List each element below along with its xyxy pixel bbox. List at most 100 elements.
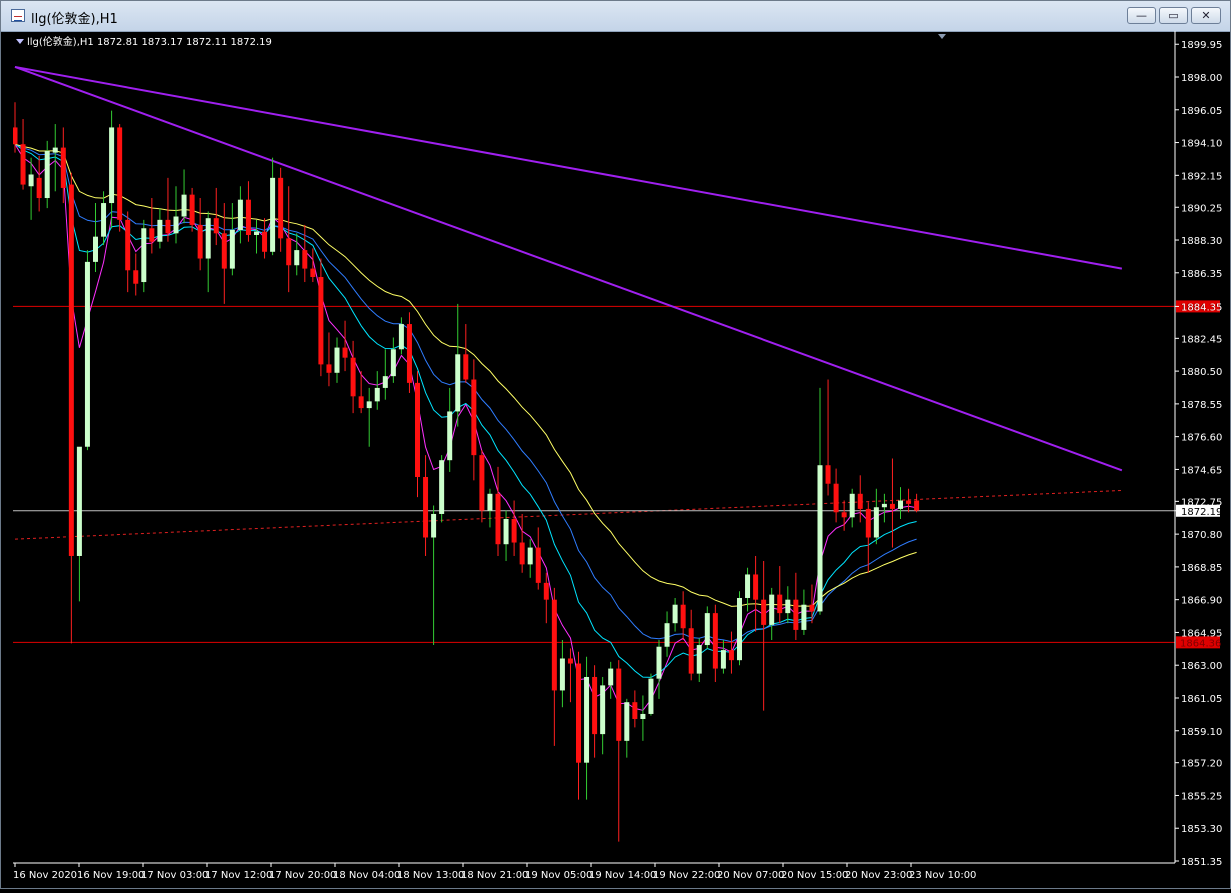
candle-body bbox=[519, 542, 525, 565]
candle-body bbox=[455, 354, 461, 412]
candle bbox=[632, 690, 638, 728]
candle bbox=[704, 606, 710, 649]
candle-body bbox=[527, 547, 533, 565]
time-tick-label: 17 Nov 20:00 bbox=[269, 870, 336, 881]
candle-body bbox=[382, 376, 388, 388]
candle bbox=[278, 167, 284, 252]
candle bbox=[245, 181, 251, 242]
candle-body bbox=[205, 218, 211, 259]
candle-body bbox=[551, 599, 557, 691]
candle bbox=[20, 119, 26, 190]
title-bar[interactable]: llg(伦敦金),H1 — ▭ ✕ bbox=[1, 1, 1230, 32]
candle bbox=[825, 379, 831, 496]
candle bbox=[358, 371, 364, 414]
price-tick: 1890.25 bbox=[1175, 203, 1222, 214]
candle-body bbox=[889, 503, 895, 509]
candle bbox=[696, 638, 702, 683]
moving-average-line bbox=[14, 143, 917, 643]
chart-icon bbox=[11, 9, 25, 22]
time-tick: 20 Nov 23:00 bbox=[845, 863, 912, 881]
candle bbox=[576, 651, 581, 800]
candle-body bbox=[173, 216, 179, 234]
candle-body bbox=[616, 668, 622, 741]
candle bbox=[479, 450, 485, 523]
candle bbox=[181, 169, 187, 224]
candle bbox=[101, 191, 107, 246]
price-tick-label: 1851.35 bbox=[1181, 857, 1222, 868]
time-tick-label: 16 Nov 19:00 bbox=[77, 870, 144, 881]
price-tick: 1876.60 bbox=[1175, 433, 1222, 444]
candle-body bbox=[688, 628, 694, 674]
candle bbox=[334, 337, 340, 383]
candle-body bbox=[471, 379, 477, 456]
candle-body bbox=[157, 219, 163, 242]
candle bbox=[584, 656, 590, 800]
candle bbox=[262, 218, 268, 259]
candle bbox=[229, 203, 235, 276]
candle bbox=[527, 539, 533, 578]
candle-body bbox=[101, 203, 107, 237]
candle-body bbox=[245, 199, 251, 235]
candle-body bbox=[334, 347, 340, 373]
restore-button[interactable]: ▭ bbox=[1159, 7, 1188, 24]
candle bbox=[567, 648, 573, 703]
candle-body bbox=[817, 465, 823, 612]
time-tick-label: 17 Nov 03:00 bbox=[141, 870, 208, 881]
time-tick-label: 19 Nov 14:00 bbox=[589, 870, 656, 881]
candle bbox=[415, 371, 420, 498]
candle-body bbox=[302, 250, 308, 269]
candle-body bbox=[785, 599, 791, 614]
candle bbox=[753, 555, 759, 632]
minimize-button[interactable]: — bbox=[1127, 7, 1156, 24]
candle-body bbox=[881, 503, 887, 508]
candle-body bbox=[777, 594, 783, 614]
window-title: llg(伦敦金),H1 bbox=[31, 12, 118, 27]
time-tick: 18 Nov 13:00 bbox=[397, 863, 464, 881]
candle-body bbox=[310, 268, 316, 278]
candle-body bbox=[704, 613, 710, 646]
candle bbox=[423, 455, 429, 556]
candle bbox=[728, 631, 734, 674]
candle bbox=[889, 458, 895, 548]
candle-body bbox=[584, 676, 590, 763]
candle-body bbox=[52, 147, 58, 153]
candle bbox=[141, 219, 147, 293]
candle bbox=[173, 186, 179, 244]
candle-body bbox=[753, 574, 759, 600]
price-chart[interactable]: 1884.35 1864.36 1899.95 1898.00 1896.05 1894.… bbox=[12, 31, 1231, 889]
price-tick: 1880.50 bbox=[1175, 367, 1222, 378]
candle-body bbox=[197, 224, 203, 259]
close-button[interactable]: ✕ bbox=[1191, 7, 1221, 24]
candle-body bbox=[825, 465, 831, 484]
candle bbox=[254, 219, 259, 254]
candle-body bbox=[366, 401, 372, 409]
time-tick: 17 Nov 03:00 bbox=[141, 863, 208, 881]
candle-body bbox=[28, 174, 34, 187]
time-tick-label: 20 Nov 15:00 bbox=[781, 870, 848, 881]
candle-body bbox=[479, 455, 485, 511]
plot-area bbox=[12, 65, 1175, 842]
candle-body bbox=[398, 324, 404, 350]
chart-shift-marker-icon[interactable] bbox=[938, 34, 946, 39]
price-tick-label: 1863.00 bbox=[1181, 661, 1222, 672]
candle bbox=[318, 258, 324, 377]
time-tick-label: 20 Nov 23:00 bbox=[845, 870, 912, 881]
candle-body bbox=[221, 233, 227, 269]
trend-line bbox=[14, 65, 1123, 270]
candle bbox=[616, 660, 622, 842]
price-tick-label: 1899.95 bbox=[1181, 40, 1222, 51]
time-tick-label: 23 Nov 10:00 bbox=[909, 870, 976, 881]
candle-body bbox=[600, 685, 606, 735]
candle-body bbox=[543, 582, 549, 600]
candle bbox=[841, 500, 847, 531]
candle bbox=[455, 303, 461, 427]
price-tick: 1884.35 bbox=[1175, 302, 1222, 313]
price-tick: 1896.05 bbox=[1175, 106, 1222, 117]
candle bbox=[656, 640, 662, 699]
time-tick: 16 Nov 2020 bbox=[13, 863, 77, 881]
candle bbox=[881, 493, 887, 523]
candle bbox=[350, 340, 356, 414]
candle bbox=[817, 387, 823, 615]
candle-body bbox=[229, 229, 235, 269]
time-tick: 16 Nov 19:00 bbox=[77, 863, 144, 881]
